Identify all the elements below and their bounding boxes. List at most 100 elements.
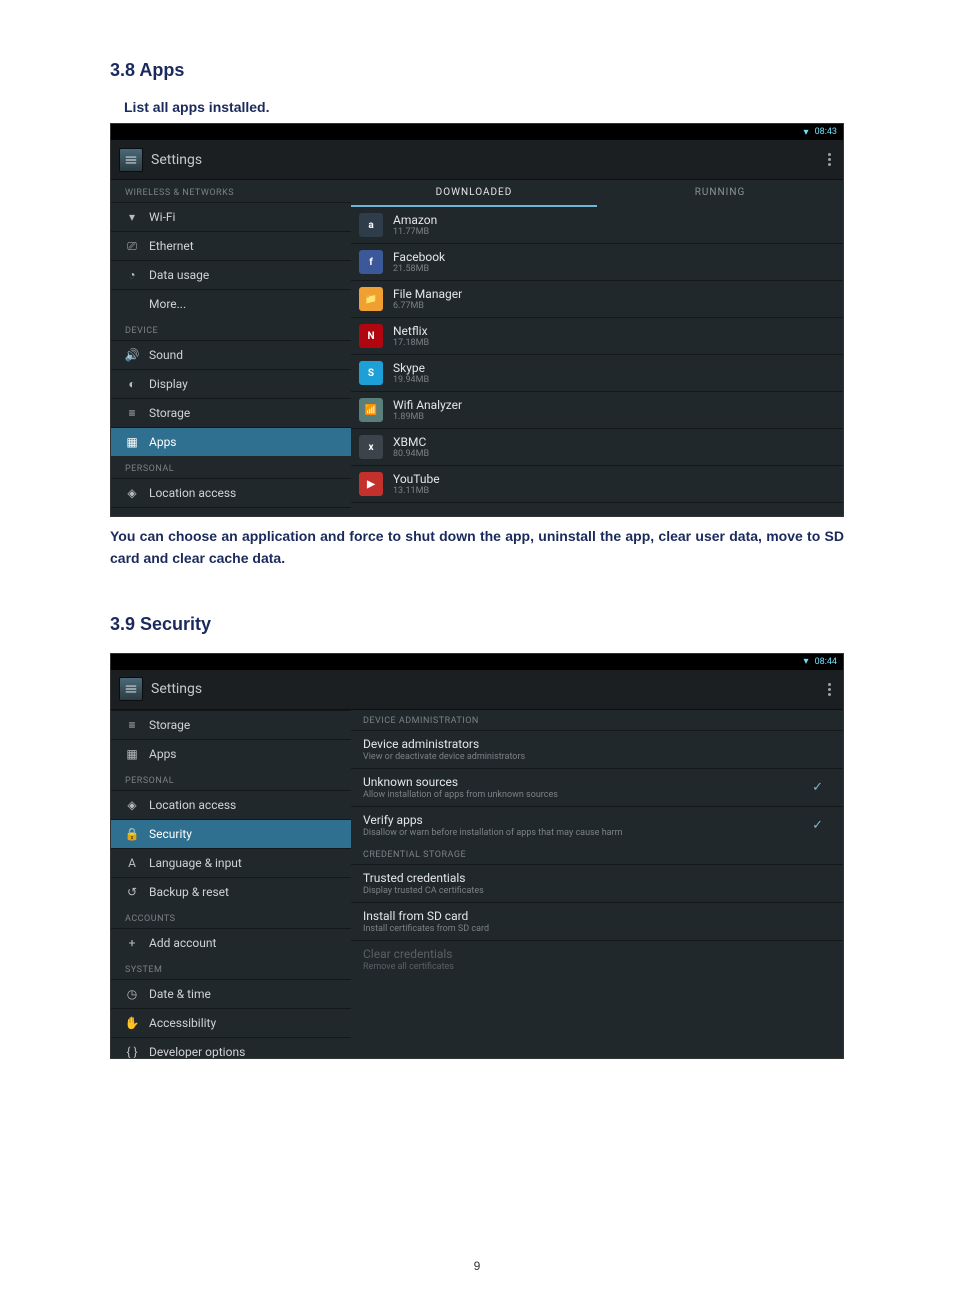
sidebar-item-apps[interactable]: ▦Apps <box>111 427 351 456</box>
detail-sub: Install certificates from SD card <box>363 924 489 934</box>
sidebar-item-location[interactable]: ◈ Location access <box>111 478 351 507</box>
security-right-pane: DEVICE ADMINISTRATION Device administrat… <box>351 710 843 1059</box>
overflow-icon[interactable] <box>824 679 835 700</box>
clock-icon: ◷ <box>125 987 139 1001</box>
backup-icon: ↺ <box>125 885 139 899</box>
app-size: 1.89MB <box>393 412 462 422</box>
section-caption-apps: List all apps installed. <box>124 99 844 115</box>
check-icon[interactable]: ✓ <box>812 780 831 795</box>
data-usage-icon: ◔ <box>125 268 139 282</box>
app-row[interactable]: 📁 File Manager6.77MB <box>351 281 843 318</box>
settings-icon[interactable] <box>119 677 143 701</box>
sound-icon: 🔊 <box>125 348 139 362</box>
app-size: 6.77MB <box>393 301 462 311</box>
sidebar-item-display[interactable]: ◐Display <box>111 369 351 398</box>
sidebar-item-label: Wi-Fi <box>149 210 175 224</box>
detail-item-verify-apps[interactable]: Verify apps Disallow or warn before inst… <box>351 806 843 844</box>
app-size: 21.58MB <box>393 264 445 274</box>
sidebar-item-security[interactable]: 🔒 Security <box>111 819 351 848</box>
sidebar-item-label: Security <box>149 827 192 841</box>
app-row[interactable]: xXBMC80.94MB <box>351 429 843 466</box>
sidebar-item-location[interactable]: ◈Location access <box>111 790 351 819</box>
settings-sidebar: ≡Storage ▦Apps PERSONAL ◈Location access… <box>111 710 351 1059</box>
sidebar-item-wifi[interactable]: ▾Wi-Fi <box>111 202 351 231</box>
apps-screenshot: ▾ 08:43 Settings WIRELESS & NETWORKS ▾Wi… <box>110 123 844 517</box>
app-icon: a <box>359 213 383 237</box>
wifi-icon: ▾ <box>804 656 809 667</box>
sidebar-item-language[interactable]: A Language & input <box>111 848 351 877</box>
detail-title: Install from SD card <box>363 909 489 923</box>
location-icon: ◈ <box>125 486 139 500</box>
apps-icon: ▦ <box>125 747 139 761</box>
sidebar-item-label: Location access <box>149 486 236 500</box>
sidebar-item-label: Accessibility <box>149 1016 216 1030</box>
sidebar-item-backup[interactable]: ↺ Backup & reset <box>111 877 351 906</box>
detail-item-install-sd[interactable]: Install from SD card Install certificate… <box>351 902 843 940</box>
detail-item-clear-credentials: Clear credentials Remove all certificate… <box>351 940 843 978</box>
sidebar-item-sound[interactable]: 🔊 Sound <box>111 340 351 369</box>
sidebar-header-wireless: WIRELESS & NETWORKS <box>111 180 351 202</box>
lock-icon: 🔒 <box>125 827 139 841</box>
apps-right-pane: DOWNLOADED RUNNING aAmazon11.77MBfFacebo… <box>351 180 843 517</box>
app-icon: 📶 <box>359 398 383 422</box>
detail-sub: Allow installation of apps from unknown … <box>363 790 558 800</box>
app-row[interactable]: ▶YouTube13.11MB <box>351 466 843 503</box>
status-bar: ▾ 08:43 <box>111 124 843 140</box>
detail-item-device-admin[interactable]: Device administrators View or deactivate… <box>351 730 843 768</box>
sidebar-item-datetime[interactable]: ◷Date & time <box>111 979 351 1008</box>
app-size: 17.18MB <box>393 338 429 348</box>
sidebar-item-datausage[interactable]: ◔Data usage <box>111 260 351 289</box>
sidebar-item-storage[interactable]: ≡Storage <box>111 710 351 739</box>
app-icon: 📁 <box>359 287 383 311</box>
settings-icon[interactable] <box>119 148 143 172</box>
app-name: Wifi Analyzer <box>393 398 462 412</box>
app-icon: S <box>359 361 383 385</box>
sidebar-item-security[interactable]: 🔒Security <box>111 507 351 517</box>
status-time: 08:43 <box>815 127 837 137</box>
sidebar-item-label: Developer options <box>149 1045 245 1059</box>
storage-icon: ≡ <box>125 406 139 420</box>
detail-header-admin: DEVICE ADMINISTRATION <box>351 710 843 730</box>
sidebar-item-add-account[interactable]: +Add account <box>111 928 351 957</box>
detail-item-trusted[interactable]: Trusted credentials Display trusted CA c… <box>351 864 843 902</box>
title-label: Settings <box>151 152 202 168</box>
apps-paragraph: You can choose an application and force … <box>110 525 844 570</box>
language-icon: A <box>125 856 139 870</box>
sidebar-item-more[interactable]: More... <box>111 289 351 318</box>
sidebar-header-personal: PERSONAL <box>111 768 351 790</box>
sidebar-item-label: Backup & reset <box>149 885 229 899</box>
security-screenshot: ▾ 08:44 Settings ≡Storage ▦Apps PERSONAL… <box>110 653 844 1059</box>
app-row[interactable]: fFacebook21.58MB <box>351 244 843 281</box>
app-row[interactable]: NNetflix17.18MB <box>351 318 843 355</box>
check-icon[interactable]: ✓ <box>812 818 831 833</box>
sidebar-item-label: Add account <box>149 936 216 950</box>
detail-title: Trusted credentials <box>363 871 484 885</box>
sidebar-item-ethernet[interactable]: ⎚Ethernet <box>111 231 351 260</box>
sidebar-item-label: Sound <box>149 348 183 362</box>
sidebar-item-apps[interactable]: ▦Apps <box>111 739 351 768</box>
sidebar-item-label: Ethernet <box>149 239 194 253</box>
code-icon: { } <box>125 1045 139 1059</box>
app-name: File Manager <box>393 287 462 301</box>
sidebar-item-storage[interactable]: ≡Storage <box>111 398 351 427</box>
detail-title: Device administrators <box>363 737 525 751</box>
wifi-icon: ▾ <box>804 127 809 138</box>
sidebar-item-label: Display <box>149 377 188 391</box>
tab-running[interactable]: RUNNING <box>597 180 843 207</box>
app-row[interactable]: SSkype19.94MB <box>351 355 843 392</box>
app-name: Netflix <box>393 324 429 338</box>
overflow-icon[interactable] <box>824 149 835 170</box>
app-size: 13.11MB <box>393 486 440 496</box>
app-row[interactable]: 📶 Wifi Analyzer1.89MB <box>351 392 843 429</box>
app-row[interactable]: aAmazon11.77MB <box>351 207 843 244</box>
blank-icon <box>125 297 139 311</box>
detail-item-unknown-sources[interactable]: Unknown sources Allow installation of ap… <box>351 768 843 806</box>
sidebar-item-label: Language & input <box>149 856 242 870</box>
sidebar-item-accessibility[interactable]: ✋Accessibility <box>111 1008 351 1037</box>
apps-tabs: DOWNLOADED RUNNING <box>351 180 843 207</box>
sidebar-header-system: SYSTEM <box>111 957 351 979</box>
detail-title: Clear credentials <box>363 947 454 961</box>
apps-icon: ▦ <box>125 435 139 449</box>
sidebar-item-developer[interactable]: { } Developer options <box>111 1037 351 1059</box>
tab-downloaded[interactable]: DOWNLOADED <box>351 180 597 207</box>
